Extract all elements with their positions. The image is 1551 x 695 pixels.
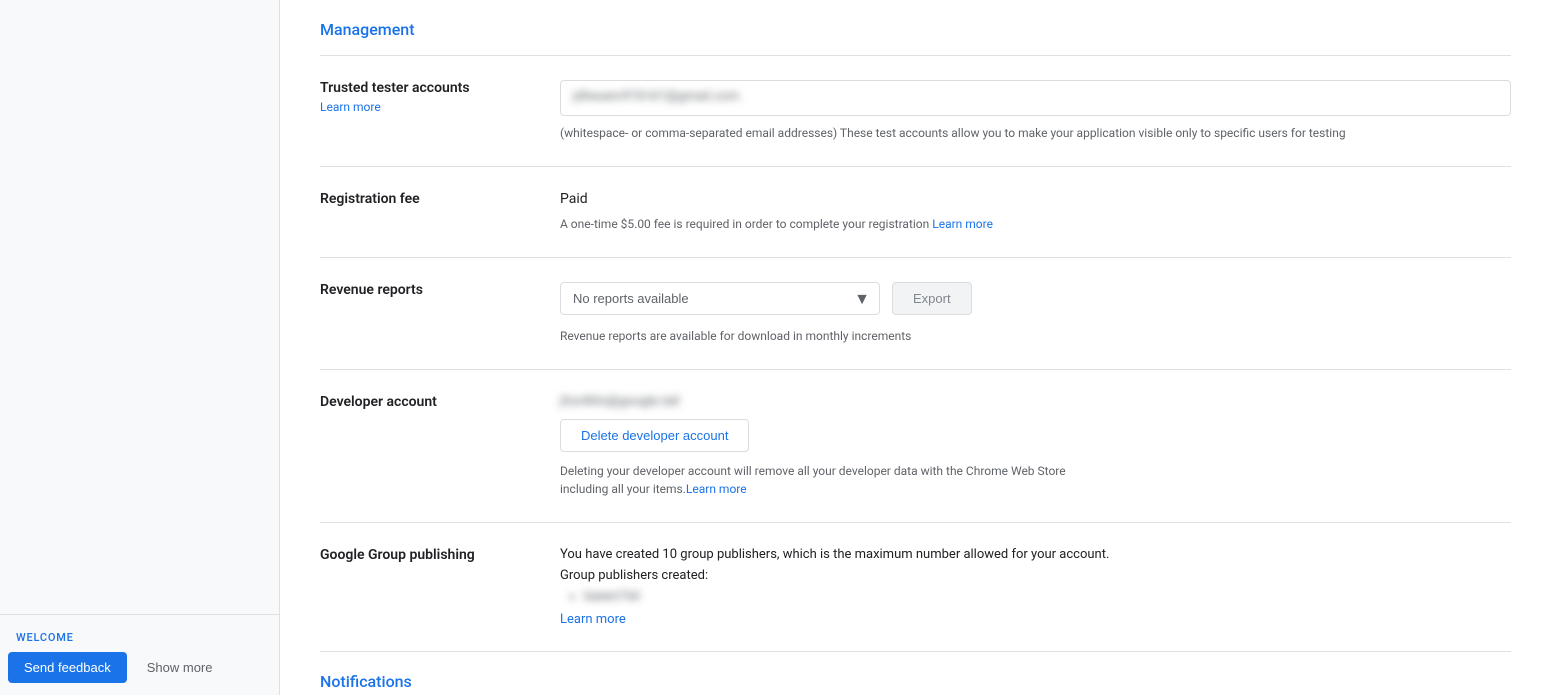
- revenue-reports-select[interactable]: No reports available: [560, 282, 880, 315]
- show-more-button[interactable]: Show more: [135, 652, 225, 683]
- google-group-publishing-value-col: You have created 10 group publishers, wh…: [560, 547, 1511, 627]
- registration-fee-label-col: Registration fee: [320, 191, 560, 207]
- main-content: Management Trusted tester accounts Learn…: [280, 0, 1551, 695]
- developer-account-row: Developer account jfun4litn@google.tall …: [320, 370, 1511, 523]
- trusted-tester-helper-text: (whitespace- or comma-separated email ad…: [560, 124, 1511, 142]
- google-group-publishing-row: Google Group publishing You have created…: [320, 523, 1511, 652]
- google-group-publishing-label: Google Group publishing: [320, 547, 475, 563]
- notifications-link[interactable]: Notifications: [320, 652, 1511, 695]
- trusted-tester-label: Trusted tester accounts: [320, 80, 470, 96]
- revenue-reports-label-col: Revenue reports: [320, 282, 560, 298]
- registration-fee-value-col: Paid A one-time $5.00 fee is required in…: [560, 191, 1511, 233]
- registration-fee-status: Paid: [560, 191, 1511, 207]
- registration-fee-learn-more-link[interactable]: Learn more: [932, 217, 993, 231]
- developer-account-value-col: jfun4litn@google.tall Delete developer a…: [560, 394, 1511, 498]
- delete-developer-account-button[interactable]: Delete developer account: [560, 419, 749, 452]
- export-button[interactable]: Export: [892, 282, 972, 315]
- registration-fee-description: A one-time $5.00 fee is required in orde…: [560, 215, 1511, 233]
- developer-account-delete-note: Deleting your developer account will rem…: [560, 462, 1080, 498]
- trusted-tester-email-blurred: jdheuenr918 kt1@gmail.com: [573, 89, 739, 104]
- registration-fee-row: Registration fee Paid A one-time $5.00 f…: [320, 167, 1511, 258]
- developer-email-blurred: jfun4litn@google.tall: [560, 394, 679, 409]
- revenue-reports-helper-text: Revenue reports are available for downlo…: [560, 327, 1511, 345]
- sidebar-action-buttons: Send feedback Show more: [0, 652, 279, 683]
- sidebar-bottom: WELCOME Send feedback Show more: [0, 614, 279, 695]
- developer-account-label: Developer account: [320, 394, 437, 410]
- group-publishing-description: You have created 10 group publishers, wh…: [560, 547, 1511, 562]
- google-group-learn-more-link[interactable]: Learn more: [560, 612, 626, 627]
- group-publishers-created-label: Group publishers created:: [560, 568, 1511, 583]
- developer-account-label-col: Developer account: [320, 394, 560, 410]
- welcome-label: WELCOME: [0, 627, 279, 652]
- publisher-list: baeeri7eli: [560, 589, 1511, 604]
- developer-account-learn-more-link[interactable]: Learn more: [686, 482, 747, 496]
- trusted-tester-value-col: jdheuenr918 kt1@gmail.com (whitespace- o…: [560, 80, 1511, 142]
- developer-account-email: jfun4litn@google.tall: [560, 394, 1511, 409]
- revenue-reports-label: Revenue reports: [320, 282, 423, 298]
- registration-fee-desc-text: A one-time $5.00 fee is required in orde…: [560, 217, 929, 231]
- trusted-tester-row: Trusted tester accounts Learn more jdheu…: [320, 56, 1511, 167]
- trusted-tester-input[interactable]: jdheuenr918 kt1@gmail.com: [560, 80, 1511, 116]
- revenue-reports-value-col: No reports available ▼ Export Revenue re…: [560, 282, 1511, 345]
- revenue-select-wrapper: No reports available ▼: [560, 282, 880, 315]
- trusted-tester-label-col: Trusted tester accounts Learn more: [320, 80, 560, 114]
- revenue-controls: No reports available ▼ Export: [560, 282, 1511, 315]
- google-group-publishing-label-col: Google Group publishing: [320, 547, 560, 563]
- trusted-tester-learn-more-link[interactable]: Learn more: [320, 100, 536, 114]
- send-feedback-button[interactable]: Send feedback: [8, 652, 127, 683]
- revenue-reports-row: Revenue reports No reports available ▼ E…: [320, 258, 1511, 370]
- sidebar: WELCOME Send feedback Show more: [0, 0, 280, 695]
- list-item: baeeri7eli: [584, 589, 1511, 604]
- management-link[interactable]: Management: [320, 0, 1511, 56]
- registration-fee-label: Registration fee: [320, 191, 420, 207]
- delete-note-text: Deleting your developer account will rem…: [560, 464, 1066, 496]
